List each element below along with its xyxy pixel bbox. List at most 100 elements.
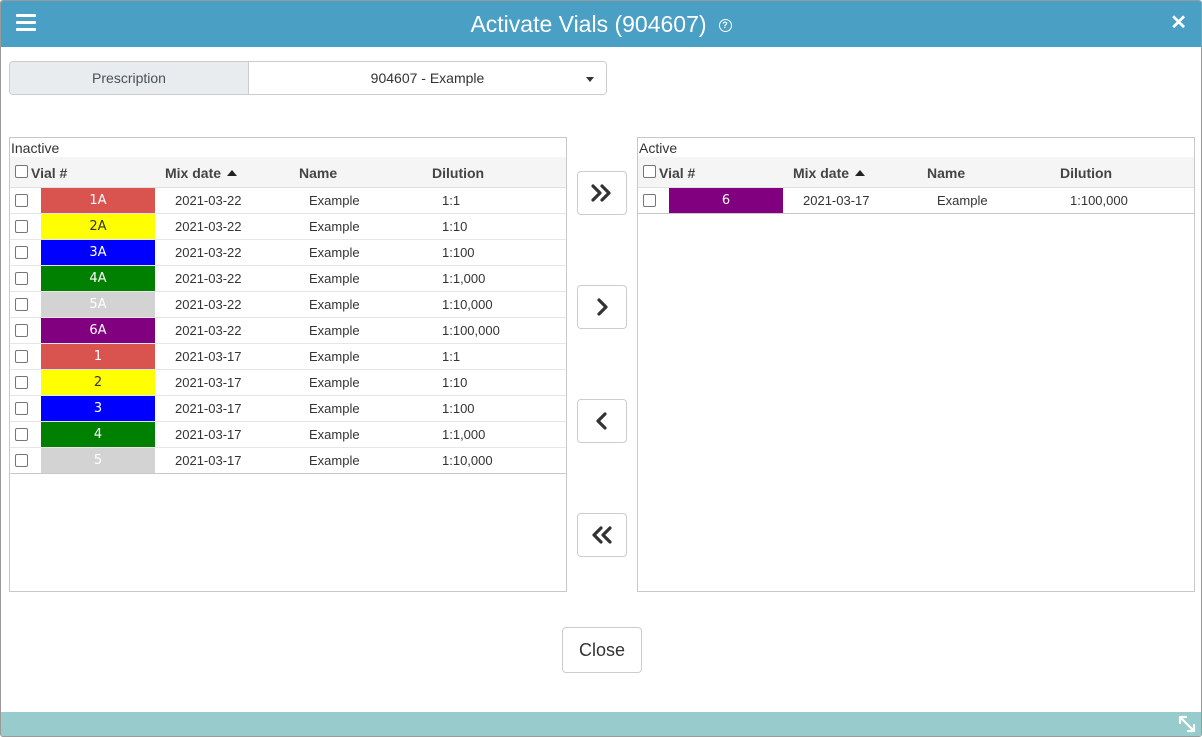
dilution-cell: 1:10: [442, 375, 468, 390]
prescription-group: Prescription 904607 - Example: [9, 61, 607, 95]
dilution-cell: 1:1: [442, 349, 461, 364]
activate-vials-dialog: Activate Vials (904607) ? ✕ Prescription…: [0, 0, 1202, 737]
row-checkbox[interactable]: [15, 246, 28, 259]
row-checkbox[interactable]: [15, 402, 28, 415]
table-row[interactable]: 3 2021-03-17 Example 1:100: [10, 395, 566, 421]
mix-date-cell: 2021-03-17: [175, 427, 242, 442]
name-cell: Example: [309, 375, 360, 390]
row-checkbox[interactable]: [15, 376, 28, 389]
table-row[interactable]: 5 2021-03-17 Example 1:10,000: [10, 447, 566, 473]
inactive-select-all-checkbox[interactable]: [15, 165, 28, 178]
column-header-vial[interactable]: Vial #: [659, 165, 695, 181]
row-checkbox[interactable]: [15, 350, 28, 363]
vial-badge: 4: [41, 422, 155, 447]
move-all-left-button[interactable]: [577, 513, 627, 557]
dialog-titlebar: Activate Vials (904607) ? ✕: [1, 1, 1201, 47]
row-checkbox[interactable]: [15, 324, 28, 337]
active-select-all-checkbox[interactable]: [643, 165, 656, 178]
row-checkbox[interactable]: [15, 298, 28, 311]
close-icon[interactable]: ✕: [1170, 12, 1187, 34]
dilution-cell: 1:10: [442, 219, 468, 234]
column-header-vial[interactable]: Vial #: [31, 165, 67, 181]
inactive-table-header: Vial # Mix date Name Dilution: [10, 157, 566, 187]
name-cell: Example: [309, 193, 360, 208]
close-button[interactable]: Close: [562, 627, 642, 673]
inactive-panel-title: Inactive: [11, 140, 60, 156]
table-row[interactable]: 4 2021-03-17 Example 1:1,000: [10, 421, 566, 447]
mix-date-cell: 2021-03-17: [175, 401, 242, 416]
dilution-cell: 1:10,000: [442, 453, 493, 468]
table-row[interactable]: 2A 2021-03-22 Example 1:10: [10, 213, 566, 239]
dilution-cell: 1:10,000: [442, 297, 493, 312]
mix-date-cell: 2021-03-22: [175, 193, 242, 208]
help-icon[interactable]: ?: [718, 19, 732, 32]
row-checkbox[interactable]: [15, 454, 28, 467]
inactive-table-body: 1A 2021-03-22 Example 1:1 2A 2021-03-22 Exampl…: [10, 187, 566, 474]
vial-badge: 3: [41, 396, 155, 421]
vial-badge: 4A: [41, 266, 155, 291]
table-row[interactable]: 1 2021-03-17 Example 1:1: [10, 343, 566, 369]
column-header-name[interactable]: Name: [299, 165, 337, 181]
name-cell: Example: [309, 323, 360, 338]
dilution-cell: 1:100,000: [1070, 193, 1128, 208]
double-chevron-left-icon: [592, 526, 612, 544]
prescription-select[interactable]: 904607 - Example: [249, 62, 606, 94]
dilution-cell: 1:1,000: [442, 427, 486, 442]
table-row[interactable]: 2 2021-03-17 Example 1:10: [10, 369, 566, 395]
dialog-title: Activate Vials (904607): [470, 10, 707, 37]
resize-icon[interactable]: [1177, 714, 1197, 734]
table-row[interactable]: 4A 2021-03-22 Example 1:1,000: [10, 265, 566, 291]
move-right-button[interactable]: [577, 285, 627, 329]
row-checkbox[interactable]: [15, 428, 28, 441]
name-cell: Example: [937, 193, 988, 208]
name-cell: Example: [309, 401, 360, 416]
dilution-cell: 1:100,000: [442, 323, 500, 338]
table-row[interactable]: 1A 2021-03-22 Example 1:1: [10, 187, 566, 213]
sort-ascending-icon: [855, 170, 866, 176]
prescription-selected-value: 904607 - Example: [370, 70, 485, 86]
inactive-panel: Inactive Vial # Mix date Name Dilution 1…: [9, 137, 567, 592]
column-header-mix-date[interactable]: Mix date: [165, 165, 238, 181]
chevron-left-icon: [596, 412, 607, 430]
active-panel: Active Vial # Mix date Name Dilution 6 20…: [637, 137, 1195, 592]
table-row[interactable]: 6A 2021-03-22 Example 1:100,000: [10, 317, 566, 343]
active-table-body: 6 2021-03-17 Example 1:100,000: [638, 187, 1194, 214]
prescription-label: Prescription: [10, 62, 249, 94]
dilution-cell: 1:100: [442, 401, 475, 416]
move-all-right-button[interactable]: [577, 171, 627, 215]
row-checkbox[interactable]: [15, 272, 28, 285]
column-header-dilution[interactable]: Dilution: [432, 165, 484, 181]
mix-date-cell: 2021-03-22: [175, 323, 242, 338]
sort-ascending-icon: [227, 170, 238, 176]
mix-date-cell: 2021-03-22: [175, 297, 242, 312]
table-row[interactable]: 3A 2021-03-22 Example 1:100: [10, 239, 566, 265]
name-cell: Example: [309, 297, 360, 312]
dilution-cell: 1:1,000: [442, 271, 486, 286]
name-cell: Example: [309, 349, 360, 364]
mix-date-cell: 2021-03-17: [175, 349, 242, 364]
vial-badge: 1: [41, 344, 155, 369]
row-checkbox[interactable]: [15, 194, 28, 207]
name-cell: Example: [309, 219, 360, 234]
table-row[interactable]: 5A 2021-03-22 Example 1:10,000: [10, 291, 566, 317]
mix-date-cell: 2021-03-22: [175, 245, 242, 260]
row-checkbox[interactable]: [15, 220, 28, 233]
vial-badge: 3A: [41, 240, 155, 265]
vial-badge: 6: [669, 188, 783, 213]
dilution-cell: 1:100: [442, 245, 475, 260]
dilution-cell: 1:1: [442, 193, 461, 208]
mix-date-cell: 2021-03-22: [175, 219, 242, 234]
move-left-button[interactable]: [577, 399, 627, 443]
column-header-dilution[interactable]: Dilution: [1060, 165, 1112, 181]
mix-date-cell: 2021-03-22: [175, 271, 242, 286]
active-panel-title: Active: [639, 140, 678, 156]
vial-badge: 5: [41, 448, 155, 473]
row-checkbox[interactable]: [643, 194, 656, 207]
chevron-right-icon: [597, 298, 608, 316]
active-table-header: Vial # Mix date Name Dilution: [638, 157, 1194, 187]
table-row[interactable]: 6 2021-03-17 Example 1:100,000: [638, 187, 1194, 213]
vial-badge: 2A: [41, 214, 155, 239]
name-cell: Example: [309, 453, 360, 468]
column-header-mix-date[interactable]: Mix date: [793, 165, 866, 181]
column-header-name[interactable]: Name: [927, 165, 965, 181]
